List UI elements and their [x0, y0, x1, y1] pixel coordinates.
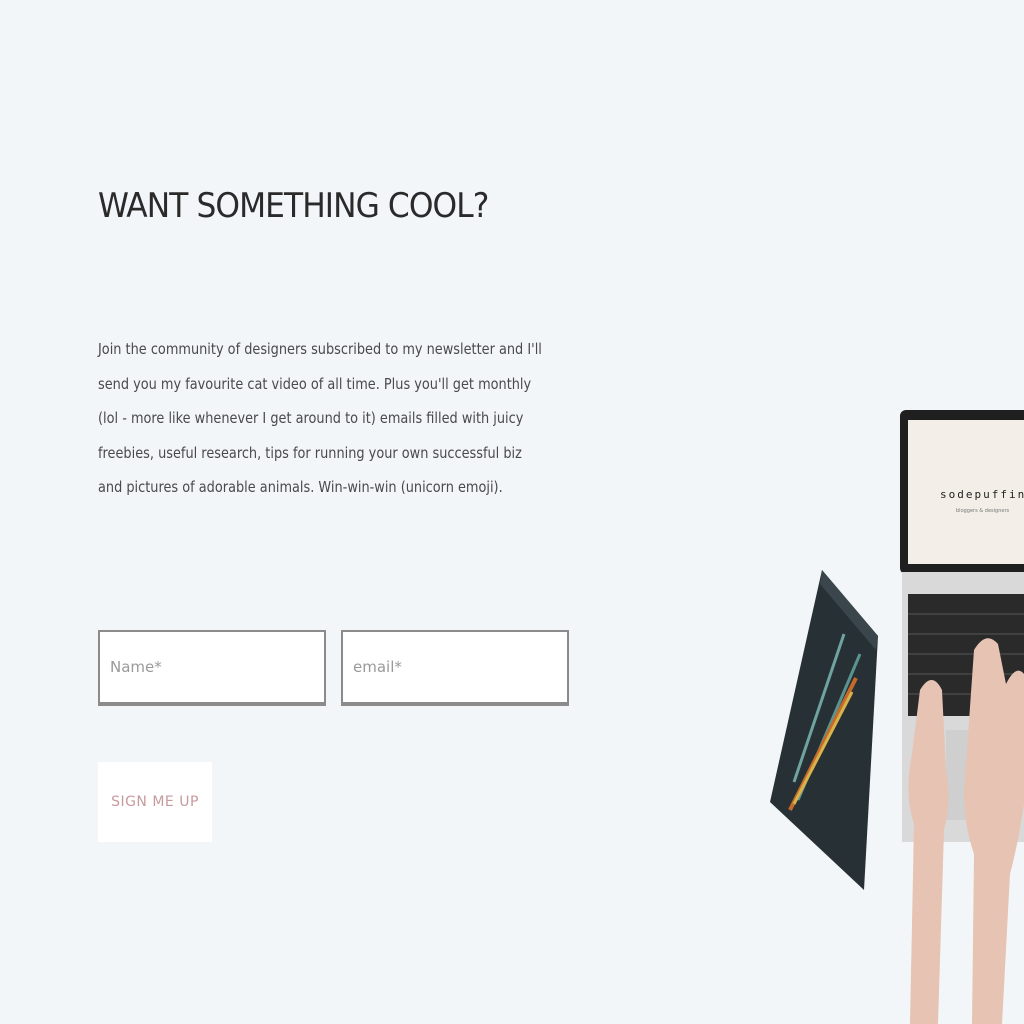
sign-me-up-button[interactable]: SIGN ME UP: [98, 762, 212, 842]
email-input[interactable]: [341, 630, 569, 706]
laptop-screen-tagline: bloggers & designers: [956, 508, 1010, 514]
newsletter-heading: WANT SOMETHING COOL?: [98, 186, 489, 226]
name-input[interactable]: [98, 630, 326, 706]
notebook-image: [770, 570, 878, 890]
laptop-screen-brand: sodepuffin: [940, 488, 1024, 501]
laptop-workspace-photo: sodepuffin bloggers & designers: [770, 410, 1024, 1024]
newsletter-description: Join the community of designers subscrib…: [98, 340, 542, 496]
